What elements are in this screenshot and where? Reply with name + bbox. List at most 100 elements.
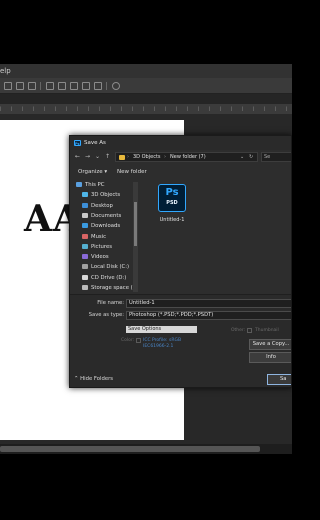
ruler-tick: | — [275, 106, 277, 111]
ruler: |||||||||||||||||||||||||||| — [0, 104, 292, 114]
picture-icon — [82, 243, 88, 249]
file-item-untitled-1[interactable]: Ps PSD Untitled-1 — [154, 184, 190, 230]
align-icon-3[interactable] — [70, 82, 78, 90]
ruler-tick: | — [55, 106, 57, 111]
breadcrumb-new-folder[interactable]: New folder (7) — [170, 153, 206, 161]
scrollbar-thumb[interactable] — [134, 202, 137, 246]
disk-icon — [82, 264, 88, 270]
dialog-titlebar: Save As — [70, 136, 291, 151]
align-icon-4[interactable] — [82, 82, 90, 90]
psd-icon-text: Ps — [165, 187, 179, 198]
save-as-type-label: Save as type: — [88, 312, 124, 318]
file-name-label: Untitled-1 — [159, 217, 185, 223]
icc-profile-checkbox[interactable] — [136, 338, 141, 343]
ruler-tick: | — [11, 106, 13, 111]
photoshop-icon — [74, 137, 81, 151]
nav-item-label: Desktop — [91, 202, 113, 209]
history-chevron-icon[interactable]: ⌄ — [93, 152, 102, 162]
breadcrumb-separator: › — [127, 154, 129, 160]
ruler-tick: | — [44, 106, 46, 111]
menu-help[interactable]: elp — [0, 67, 11, 75]
storage-icon — [82, 285, 88, 290]
nav-item-label: Local Disk (C:) — [91, 264, 130, 271]
options-bar — [0, 78, 292, 94]
icc-profile-name: IEC61966-2.1 — [143, 344, 174, 349]
navigation-bar: ← → ⌄ ↑ › 3D Objects › New folder (7) ⌄ … — [70, 150, 291, 164]
cd-icon — [82, 274, 88, 280]
search-input[interactable]: Se — [261, 152, 291, 162]
ruler-tick: | — [242, 106, 244, 111]
chevron-up-icon: ⌃ — [74, 376, 79, 382]
thumbnail-label: Thumbnail — [255, 328, 279, 333]
ruler-tick: | — [121, 106, 123, 111]
option-toggle-3[interactable] — [28, 82, 36, 90]
save-a-copy-button[interactable]: Save a Copy... — [249, 339, 291, 350]
nav-item-music[interactable]: Music — [82, 232, 106, 242]
address-dropdown-icon[interactable]: ⌄ — [240, 153, 244, 161]
save-button[interactable]: Sa — [267, 374, 291, 385]
file-list: Ps PSD Untitled-1 — [144, 180, 291, 292]
dialog-toolbar: Organize ▾ New folder — [70, 166, 291, 178]
nav-item-label: Music — [91, 233, 107, 240]
menu-bar: elp — [0, 64, 292, 78]
align-icon-5[interactable] — [94, 82, 102, 90]
divider — [40, 82, 41, 90]
nav-item-storage-space-e[interactable]: Storage space (E: — [82, 283, 138, 292]
file-name-label: File name: — [97, 300, 124, 306]
option-toggle-1[interactable] — [4, 82, 12, 90]
save-as-type-select[interactable]: Photoshop (*.PSD;*.PDD;*.PSDT) — [126, 311, 291, 320]
back-arrow-icon[interactable]: ← — [73, 152, 82, 162]
ruler-tick: | — [165, 106, 167, 111]
navigation-pane: This PC 3D Objects Desktop Documents Downloa… — [70, 180, 140, 292]
nav-item-documents[interactable]: Documents — [82, 211, 121, 221]
nav-item-label: 3D Objects — [91, 192, 121, 199]
navigation-scrollbar[interactable] — [133, 182, 138, 292]
scrollbar-thumb[interactable] — [0, 446, 260, 452]
other-label: Other: — [231, 328, 246, 333]
music-icon — [82, 233, 88, 239]
computer-icon — [76, 182, 82, 187]
nav-item-label: Documents — [91, 212, 122, 219]
refresh-icon[interactable]: ↻ — [249, 153, 253, 161]
option-toggle-2[interactable] — [16, 82, 24, 90]
info-button[interactable]: Info — [249, 352, 291, 363]
align-icon-1[interactable] — [46, 82, 54, 90]
nav-item-local-disk-c[interactable]: Local Disk (C:) — [82, 262, 129, 272]
ruler-tick: | — [0, 106, 2, 111]
ruler-tick: | — [33, 106, 35, 111]
breadcrumb-separator: › — [164, 154, 166, 160]
file-name-input[interactable]: Untitled-1 — [126, 299, 291, 308]
ruler-tick: | — [264, 106, 266, 111]
ruler-tick: | — [286, 106, 288, 111]
cube-icon — [82, 192, 88, 198]
ruler-tick: | — [110, 106, 112, 111]
file-name-value: Untitled-1 — [129, 300, 155, 306]
new-folder-button[interactable]: New folder — [117, 166, 147, 178]
folder-icon — [119, 155, 125, 160]
horizontal-scrollbar[interactable] — [0, 444, 292, 454]
document-icon — [82, 212, 88, 218]
nav-item-cd-drive-d[interactable]: CD Drive (D:) — [82, 273, 126, 283]
align-icon-2[interactable] — [58, 82, 66, 90]
icc-profile-label: ICC Profile: sRGB — [143, 338, 182, 343]
nav-item-desktop[interactable]: Desktop — [82, 201, 113, 211]
ruler-tick: | — [187, 106, 189, 111]
nav-item-label: Pictures — [91, 243, 112, 250]
gear-icon[interactable] — [112, 82, 120, 90]
psd-file-icon: Ps PSD — [158, 184, 186, 212]
save-as-type-value: Photoshop (*.PSD;*.PDD;*.PSDT) — [129, 312, 214, 318]
nav-item-videos[interactable]: Videos — [82, 252, 109, 262]
hide-folders-button[interactable]: ⌃ Hide Folders — [74, 376, 113, 382]
save-options-label: Save Options — [126, 326, 197, 333]
thumbnail-checkbox[interactable] — [247, 328, 252, 333]
nav-item-pictures[interactable]: Pictures — [82, 242, 112, 252]
nav-item-downloads[interactable]: Downloads — [82, 221, 120, 231]
address-bar[interactable]: › 3D Objects › New folder (7) ⌄ ↻ — [115, 152, 258, 162]
organize-button[interactable]: Organize ▾ — [78, 166, 107, 178]
nav-item-this-pc[interactable]: This PC — [76, 180, 104, 190]
forward-arrow-icon[interactable]: → — [83, 152, 92, 162]
up-arrow-icon[interactable]: ↑ — [103, 152, 112, 162]
document-tabs — [0, 94, 292, 104]
nav-item-3d-objects[interactable]: 3D Objects — [82, 190, 120, 200]
breadcrumb-3d-objects[interactable]: 3D Objects — [133, 153, 161, 161]
